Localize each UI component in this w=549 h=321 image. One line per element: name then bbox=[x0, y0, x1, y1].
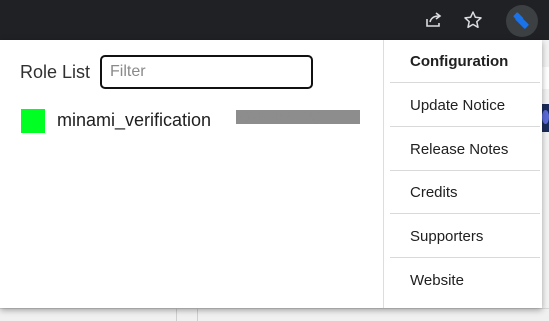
menu-item-configuration[interactable]: Configuration bbox=[390, 40, 540, 83]
menu-item-supporters[interactable]: Supporters bbox=[390, 215, 540, 258]
menu-item-website[interactable]: Website bbox=[390, 259, 540, 302]
menu-item-credits[interactable]: Credits bbox=[390, 171, 540, 214]
menu-item-update-notice[interactable]: Update Notice bbox=[390, 84, 540, 127]
menu-item-release-notes[interactable]: Release Notes bbox=[390, 128, 540, 171]
role-color-swatch bbox=[21, 109, 45, 133]
side-menu: Configuration Update Notice Release Note… bbox=[383, 40, 542, 308]
browser-toolbar bbox=[0, 0, 549, 40]
role-account-id: 997874687386 bbox=[236, 110, 360, 124]
filter-input[interactable] bbox=[100, 55, 313, 89]
share-icon[interactable] bbox=[420, 6, 448, 34]
background-page-bottom bbox=[0, 308, 549, 321]
role-name: minami_verification bbox=[57, 110, 212, 130]
star-icon[interactable] bbox=[459, 6, 487, 34]
extension-popup: Role List minami_verification 9978746873… bbox=[0, 40, 542, 308]
hammer-icon[interactable] bbox=[506, 5, 538, 37]
browser-window: Role List minami_verification 9978746873… bbox=[0, 0, 549, 321]
role-list-title: Role List bbox=[20, 62, 91, 82]
